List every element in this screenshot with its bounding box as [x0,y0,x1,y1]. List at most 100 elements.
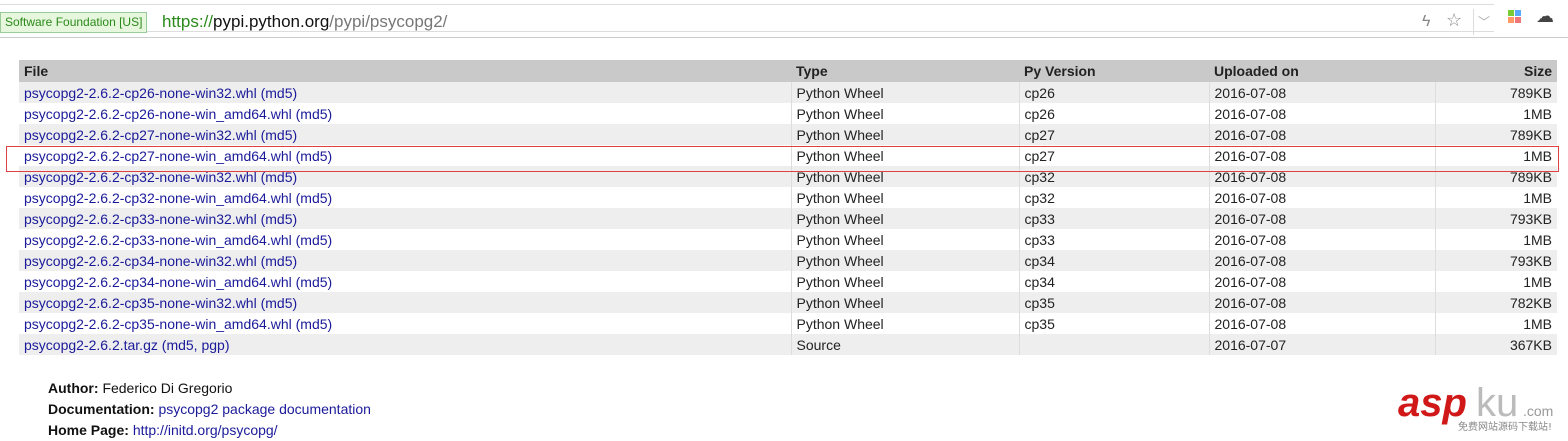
hash-links-text: md5 [265,84,293,101]
hash-links-text: md5 [265,210,293,227]
py-cell: cp33 [1019,208,1210,229]
url-text[interactable]: https://pypi.python.org/pypi/psycopg2/ [162,11,447,33]
table-row: psycopg2-2.6.2-cp33-none-win32.whl (md5)… [19,208,1557,229]
size-cell: 789KB [1435,82,1557,103]
file-link[interactable]: psycopg2-2.6.2-cp26-none-win_amd64.whl [24,106,292,122]
file-link[interactable]: psycopg2-2.6.2-cp33-none-win_amd64.whl [24,232,292,248]
date-cell: 2016-07-08 [1209,250,1436,271]
file-link[interactable]: psycopg2-2.6.2-cp32-none-win_amd64.whl [24,190,292,206]
files-table: File Type Py Version Uploaded on Size ps… [19,60,1557,355]
doc-link[interactable]: psycopg2 package documentation [158,401,370,417]
author-label: Author: [48,380,99,396]
py-cell: cp33 [1019,229,1210,250]
hash-links[interactable]: (md5) [296,274,333,290]
date-cell: 2016-07-08 [1209,271,1436,292]
hash-links[interactable]: (md5) [296,106,333,122]
type-cell: Python Wheel [791,103,1020,124]
file-cell: psycopg2-2.6.2-cp33-none-win_amd64.whl (… [19,229,792,250]
size-cell: 1MB [1523,231,1552,248]
type-cell: Python Wheel [791,313,1020,334]
hash-links[interactable]: (md5) [296,316,333,332]
size-cell: 367KB [1435,334,1557,355]
date-cell: 2016-07-08 [1209,292,1436,313]
size-cell: 782KB [1435,292,1557,313]
size-cell: 1MB [1523,273,1552,290]
type-cell: Source [791,334,1020,355]
hash-links[interactable]: (md5) [296,190,333,206]
file-link[interactable]: psycopg2-2.6.2-cp26-none-win32.whl [24,85,257,101]
svg-text:ku: ku [1476,381,1518,425]
lightning-icon[interactable]: ϟ [1422,13,1430,31]
file-link[interactable]: psycopg2-2.6.2-cp34-none-win32.whl [24,253,257,269]
file-link[interactable]: psycopg2-2.6.2-cp35-none-win32.whl [24,295,257,311]
date-cell: 2016-07-08 [1209,103,1436,124]
file-cell: psycopg2-2.6.2-cp26-none-win32.whl (md5) [19,82,792,103]
size-cell: 1MB [1523,315,1552,332]
py-cell: cp35 [1019,313,1210,334]
table-row: psycopg2-2.6.2-cp35-none-win32.whl (md5)… [19,292,1557,313]
file-link[interactable]: psycopg2-2.6.2-cp27-none-win32.whl [24,127,257,143]
svg-text:免费网站源码下载站!: 免费网站源码下载站! [1458,420,1552,433]
file-cell: psycopg2-2.6.2-cp35-none-win_amd64.whl (… [19,313,792,334]
table-row: psycopg2-2.6.2-cp34-none-win32.whl (md5)… [19,250,1557,271]
date-cell: 2016-07-07 [1209,334,1436,355]
file-link[interactable]: psycopg2-2.6.2-cp34-none-win_amd64.whl [24,274,292,290]
file-link[interactable]: psycopg2-2.6.2.tar.gz [24,337,158,353]
py-cell: cp34 [1019,250,1210,271]
package-meta: Author: Federico Di Gregorio Documentati… [48,378,371,441]
file-link[interactable]: psycopg2-2.6.2-cp35-none-win_amd64.whl [24,316,292,332]
col-size: Size [1435,60,1557,82]
chevron-down-icon[interactable]: ﹀ [1473,9,1494,35]
table-row: psycopg2-2.6.2-cp32-none-win_amd64.whl (… [19,187,1557,208]
apps-icon[interactable] [1508,10,1522,24]
table-row: psycopg2-2.6.2-cp34-none-win_amd64.whl (… [19,271,1557,292]
hash-links[interactable]: (md5) [261,85,298,101]
hash-links-text: md5 [265,294,293,311]
type-cell: Python Wheel [791,292,1020,313]
hash-links[interactable]: (md5) [261,211,298,227]
cloud-icon[interactable]: ☁ [1536,6,1554,27]
col-file: File [19,60,791,82]
file-link[interactable]: psycopg2-2.6.2-cp33-none-win32.whl [24,211,257,227]
hash-links-text: md5 [265,126,293,143]
hash-links[interactable]: (md5) [261,295,298,311]
col-uploaded: Uploaded on [1209,60,1435,82]
py-cell: cp32 [1019,187,1210,208]
table-row: psycopg2-2.6.2-cp33-none-win_amd64.whl (… [19,229,1557,250]
hash-links-text: md5 [300,273,328,290]
col-py: Py Version [1019,60,1209,82]
table-row: psycopg2-2.6.2.tar.gz (md5, pgp) Source … [19,334,1557,355]
svg-text:.com: .com [1523,403,1553,419]
certificate-badge[interactable]: Software Foundation [US] [0,12,148,33]
file-cell: psycopg2-2.6.2-cp33-none-win32.whl (md5) [19,208,792,229]
size-cell: 789KB [1435,124,1557,145]
date-cell: 2016-07-08 [1209,313,1436,334]
browser-toolbar: Software Foundation [US] https://pypi.py… [0,0,1568,38]
address-bar[interactable]: Software Foundation [US] https://pypi.py… [0,4,1494,35]
file-cell: psycopg2-2.6.2-cp34-none-win_amd64.whl (… [19,271,792,292]
date-cell: 2016-07-08 [1209,124,1436,145]
table-row: psycopg2-2.6.2-cp35-none-win_amd64.whl (… [19,313,1557,334]
hash-links[interactable]: (md5) [296,232,333,248]
py-cell: cp27 [1019,124,1210,145]
file-cell: psycopg2-2.6.2-cp34-none-win32.whl (md5) [19,250,792,271]
date-cell: 2016-07-08 [1209,229,1436,250]
date-cell: 2016-07-08 [1209,187,1436,208]
hash-links[interactable]: (md5, pgp) [162,337,230,353]
star-icon[interactable]: ☆ [1446,10,1462,31]
size-cell: 1MB [1523,105,1552,122]
hash-links-text: md5 [300,189,328,206]
hash-links[interactable]: (md5) [261,253,298,269]
py-cell: cp26 [1019,82,1210,103]
file-cell: psycopg2-2.6.2-cp35-none-win32.whl (md5) [19,292,792,313]
size-cell: 1MB [1523,189,1552,206]
url-path: /pypi/psycopg2/ [329,12,448,31]
type-cell: Python Wheel [791,82,1020,103]
hash-links-text: md5 [300,105,328,122]
col-type: Type [791,60,1019,82]
type-cell: Python Wheel [791,187,1020,208]
home-link[interactable]: http://initd.org/psycopg/ [133,422,278,438]
hash-links[interactable]: (md5) [261,127,298,143]
type-cell: Python Wheel [791,250,1020,271]
type-cell: Python Wheel [791,229,1020,250]
